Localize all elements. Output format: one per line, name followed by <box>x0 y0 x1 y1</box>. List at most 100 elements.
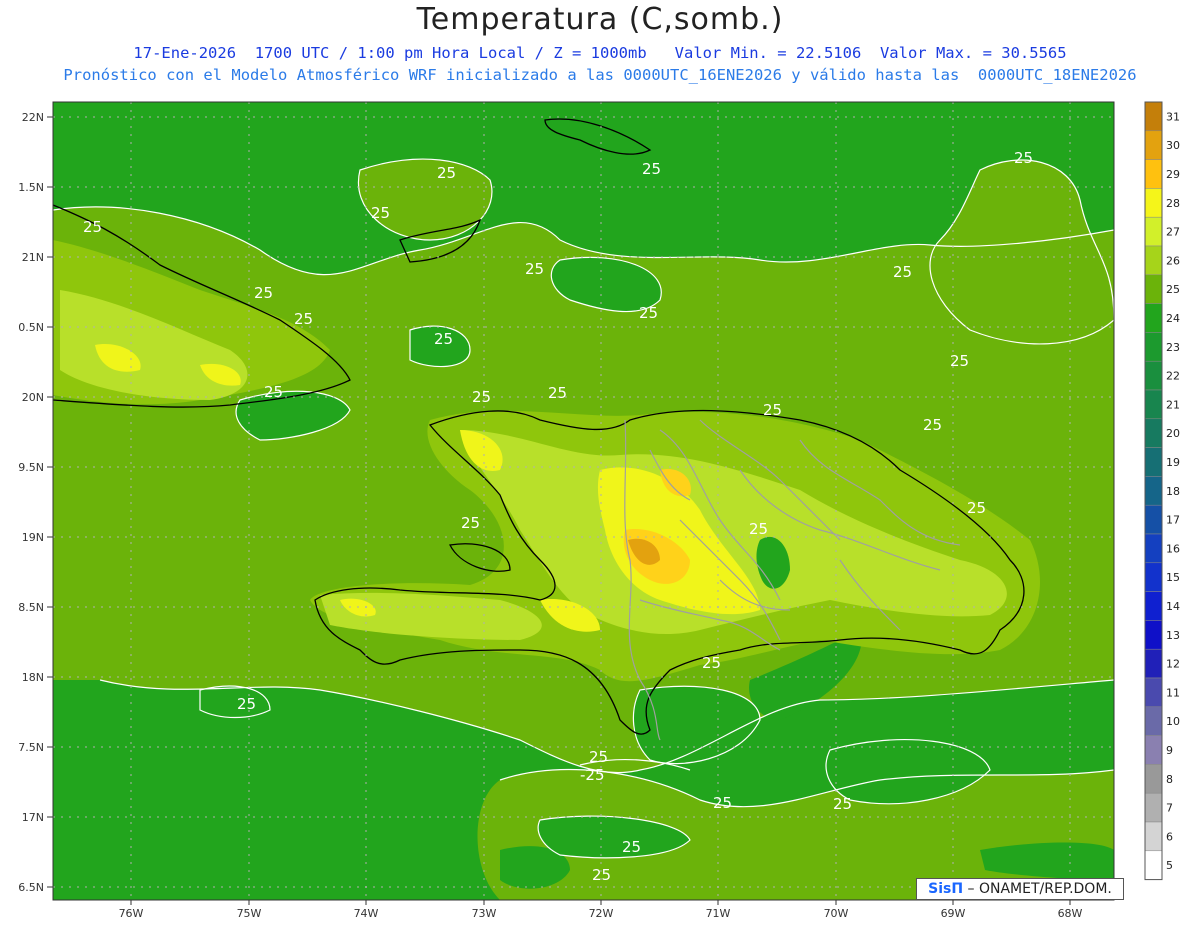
contour-label: 25 <box>254 284 273 302</box>
colorbar-label: 20 <box>1166 427 1180 440</box>
lat-tick-label: 7.5N <box>18 741 44 754</box>
colorbar-label: 14 <box>1166 600 1180 613</box>
colorbar: 31 30 29 28 27 26 25 24 23 22 21 20 19 18 17 16 15 14 13 12… <box>1144 101 1180 881</box>
colorbar-swatch <box>1144 245 1163 276</box>
contour-label: 25 <box>967 499 986 517</box>
colorbar-swatch <box>1144 850 1163 880</box>
colorbar-swatch <box>1144 677 1163 708</box>
lon-tick-label: 69W <box>941 907 966 920</box>
contour-label: 25 <box>461 514 480 532</box>
colorbar-label: 22 <box>1166 370 1180 383</box>
lon-axis: 76W 75W 74W 73W 72W 71W 70W 69W 68W <box>119 907 1083 920</box>
lat-tick-label: 1.5N <box>18 181 44 194</box>
lon-tick-label: 68W <box>1058 907 1083 920</box>
colorbar-label: 7 <box>1166 802 1173 815</box>
colorbar-label: 6 <box>1166 830 1173 843</box>
colorbar-swatch <box>1144 389 1163 420</box>
colorbar-swatch <box>1144 418 1163 448</box>
colorbar-label: 30 <box>1166 139 1180 152</box>
lon-tick-label: 73W <box>472 907 497 920</box>
colorbar-swatch <box>1144 274 1163 304</box>
contour-label: 25 <box>237 695 256 713</box>
contour-label: 25 <box>749 520 768 538</box>
colorbar-swatch <box>1144 792 1163 823</box>
contour-label: 25 <box>763 401 782 419</box>
temperature-map: 25 25 25 25 25 25 25 25 25 25 25 25 25 2… <box>18 101 1180 920</box>
colorbar-swatch <box>1144 332 1163 362</box>
contour-label: 25 <box>923 416 942 434</box>
colorbar-label: 15 <box>1166 571 1180 584</box>
colorbar-label: 29 <box>1166 168 1180 181</box>
colorbar-swatch <box>1144 303 1163 333</box>
contour-label: 25 <box>264 383 283 401</box>
contour-label: 25 <box>702 654 721 672</box>
lon-tick-label: 71W <box>706 907 731 920</box>
lon-tick-label: 72W <box>589 907 614 920</box>
colorbar-swatch <box>1144 821 1163 852</box>
colorbar-swatch <box>1144 591 1163 621</box>
contour-label: 25 <box>833 795 852 813</box>
colorbar-label: 31 <box>1166 110 1180 123</box>
lon-tick-label: 70W <box>824 907 849 920</box>
colorbar-label: 17 <box>1166 514 1180 527</box>
colorbar-label: 5 <box>1166 859 1173 872</box>
colorbar-swatch <box>1144 533 1163 564</box>
colorbar-label: 23 <box>1166 341 1180 354</box>
colorbar-swatch <box>1144 706 1163 736</box>
lat-tick-label: 18N <box>22 671 44 684</box>
colorbar-label: 19 <box>1166 456 1180 469</box>
credit-text: – ONAMET/REP.DOM. <box>967 881 1112 897</box>
contour-label: 25 <box>548 384 567 402</box>
contour-label: 25 <box>294 310 313 328</box>
lat-ticks <box>47 116 53 888</box>
colorbar-swatch <box>1144 476 1163 506</box>
colorbar-swatch <box>1144 216 1163 247</box>
colorbar-swatch <box>1144 130 1163 160</box>
lat-tick-label: 6.5N <box>18 881 44 894</box>
lat-tick-label: 9.5N <box>18 461 44 474</box>
lat-tick-label: 0.5N <box>18 321 44 334</box>
colorbar-label: 10 <box>1166 715 1180 728</box>
contour-label: 25 <box>437 164 456 182</box>
contour-label: 25 <box>83 218 102 236</box>
colorbar-label: 16 <box>1166 542 1180 555</box>
contour-label: 25 <box>893 263 912 281</box>
contour-label: 25 <box>1014 149 1033 167</box>
contour-label: 25 <box>639 304 658 322</box>
lat-tick-label: 22N <box>22 111 44 124</box>
contour-label: 25 <box>592 866 611 884</box>
lon-ticks <box>130 900 1071 905</box>
contour-label: 25 <box>525 260 544 278</box>
lat-tick-label: 20N <box>22 391 44 404</box>
colorbar-swatch <box>1144 159 1163 189</box>
colorbar-swatch <box>1144 648 1163 679</box>
colorbar-swatch <box>1144 562 1163 592</box>
contour-label: 25 <box>371 204 390 222</box>
colorbar-swatch <box>1144 620 1163 650</box>
colorbar-swatch <box>1144 735 1163 765</box>
lat-tick-label: 17N <box>22 811 44 824</box>
lon-tick-label: 75W <box>237 907 262 920</box>
contour-label: 25 <box>713 794 732 812</box>
colorbar-swatch <box>1144 447 1163 477</box>
lat-tick-label: 8.5N <box>18 601 44 614</box>
lat-tick-label: 19N <box>22 531 44 544</box>
colorbar-swatch <box>1144 188 1163 218</box>
colorbar-swatch <box>1144 504 1163 535</box>
contour-label: 25 <box>589 748 608 766</box>
colorbar-swatch <box>1144 101 1163 132</box>
colorbar-label: 18 <box>1166 485 1180 498</box>
colorbar-swatch <box>1144 764 1163 794</box>
contour-label: 25 <box>950 352 969 370</box>
lat-tick-label: 21N <box>22 251 44 264</box>
colorbar-label: 25 <box>1166 283 1180 296</box>
colorbar-label: 27 <box>1166 226 1180 239</box>
colorbar-label: 21 <box>1166 398 1180 411</box>
colorbar-label: 12 <box>1166 658 1180 671</box>
colorbar-label: 9 <box>1166 744 1173 757</box>
sispi-logo: SisΠ <box>928 881 964 897</box>
lat-axis: 22N 1.5N 21N 0.5N 20N 9.5N 19N 8.5N 18N … <box>18 111 44 894</box>
contour-label: 25 <box>642 160 661 178</box>
colorbar-label: 11 <box>1166 686 1180 699</box>
colorbar-swatch <box>1144 360 1163 391</box>
